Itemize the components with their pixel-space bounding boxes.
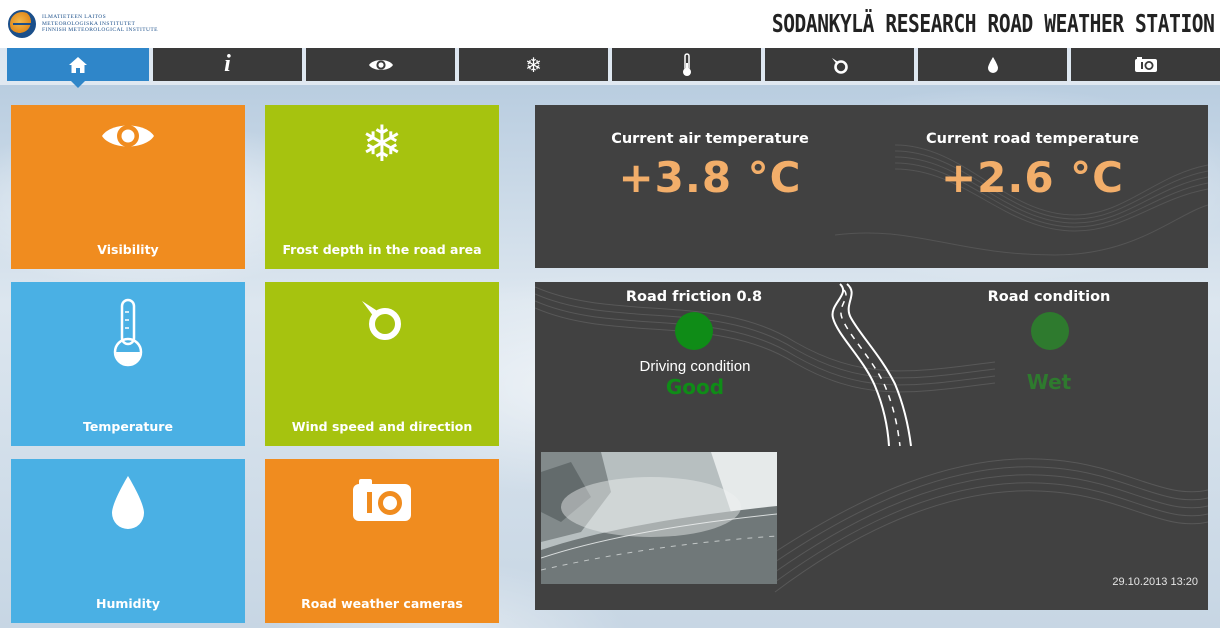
eye-icon [368, 59, 393, 70]
eye-icon [102, 125, 154, 147]
driving-condition-value: Good [665, 375, 725, 399]
nav-humidity[interactable] [918, 48, 1067, 81]
camera-icon [353, 479, 411, 521]
tile-temperature[interactable]: Temperature [11, 282, 245, 446]
fmi-logo[interactable]: ILMATIETEEN LAITOS METEOROLOGISKA INSTIT… [8, 10, 158, 38]
road-temperature-value: +2.6 °C [940, 153, 1125, 202]
wind-icon [362, 301, 401, 340]
nav-temperature[interactable] [612, 48, 761, 81]
road-condition-indicator [1031, 312, 1069, 350]
air-temperature-value: +3.8 °C [618, 153, 802, 202]
timestamp: 29.10.2013 13:20 [1112, 576, 1198, 588]
home-icon [69, 56, 87, 73]
nav-cameras[interactable] [1071, 48, 1220, 81]
drop-icon [987, 56, 998, 73]
tile-label: Frost depth in the road area [282, 242, 482, 257]
logo-line-en: FINNISH METEOROLOGICAL INSTITUTE [42, 27, 158, 34]
wind-icon [831, 57, 848, 74]
drop-icon [112, 476, 144, 529]
driving-condition-label: Driving condition [639, 358, 751, 375]
tile-label: Visibility [97, 242, 159, 257]
road-illustration [831, 283, 912, 447]
road-condition-value: Wet [1026, 370, 1072, 394]
road-friction-label: Road friction 0.8 [625, 289, 763, 305]
thermometer-icon [682, 52, 691, 76]
road-condition-label: Road condition [987, 289, 1111, 305]
air-temperature-block: Current air temperature +3.8 °C [575, 131, 845, 202]
globe-logo-icon [8, 10, 36, 38]
tile-label: Temperature [83, 419, 173, 434]
camera-icon [1134, 56, 1157, 72]
page-title: Sodankylä Research Road Weather Station [771, 9, 1214, 38]
tile-label: Humidity [95, 596, 161, 611]
road-condition-panel: Road friction 0.8 Driving condition Good… [535, 282, 1208, 610]
main-nav: i ❄ [7, 48, 1220, 88]
air-temperature-label: Current air temperature [611, 131, 809, 147]
road-temperature-block: Current road temperature +2.6 °C [895, 131, 1170, 202]
tile-road-cameras[interactable]: Road weather cameras [265, 459, 499, 623]
logo-text: ILMATIETEEN LAITOS METEOROLOGISKA INSTIT… [42, 14, 158, 34]
camera-snapshot [541, 452, 777, 584]
thermometer-icon [113, 298, 143, 367]
nav-info[interactable]: i [153, 48, 302, 81]
friction-status-indicator [675, 312, 713, 350]
header: ILMATIETEEN LAITOS METEOROLOGISKA INSTIT… [0, 0, 1220, 48]
road-temperature-label: Current road temperature [926, 131, 1139, 147]
nav-home[interactable] [7, 48, 149, 88]
road-camera-image[interactable] [541, 452, 777, 584]
tile-humidity[interactable]: Humidity [11, 459, 245, 623]
tile-label: Road weather cameras [301, 596, 463, 611]
nav-frost[interactable]: ❄ [459, 48, 608, 81]
snowflake-icon: ❄ [525, 52, 542, 77]
snowflake-icon: ❄ [361, 115, 403, 173]
tile-label: Wind speed and direction [291, 419, 473, 434]
nav-wind[interactable] [765, 48, 914, 81]
info-icon: i [224, 51, 231, 77]
nav-visibility[interactable] [306, 48, 455, 81]
tile-frost-depth[interactable]: ❄ Frost depth in the road area [265, 105, 499, 269]
temperature-panel: Current air temperature +3.8 °C Current … [535, 105, 1208, 268]
tile-visibility[interactable]: Visibility [11, 105, 245, 269]
tile-wind[interactable]: Wind speed and direction [265, 282, 499, 446]
